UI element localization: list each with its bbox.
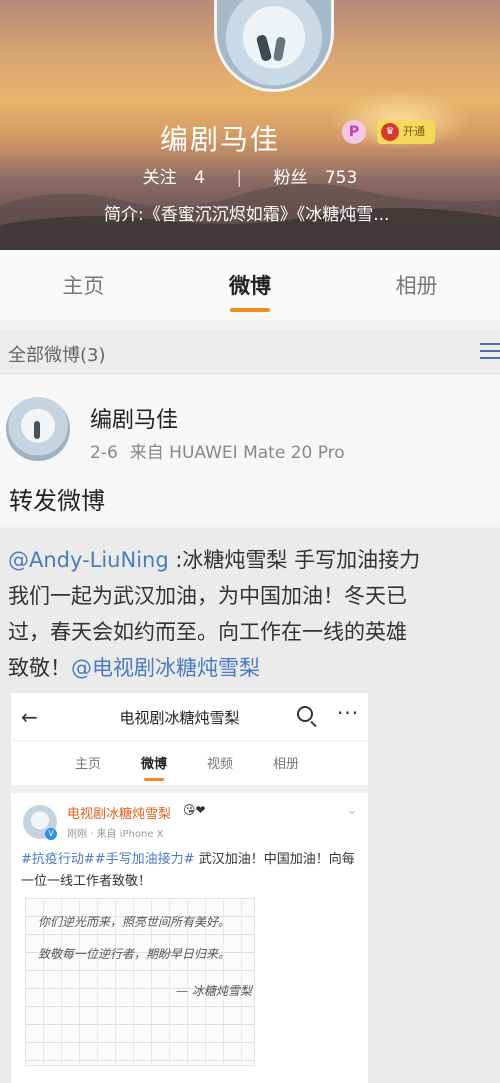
tab-album[interactable]: 相册 (333, 250, 500, 320)
post-author-name[interactable]: 编剧马佳 (90, 402, 178, 434)
hashtag: #抗疫行动##手写加油接力# (21, 852, 195, 867)
avatar-figure (272, 36, 287, 62)
repost-line3: 过，春天会如约而至。向工作在一线的英雄 (8, 620, 407, 644)
embedded-meta: 刚刚 · 来自 iPhone X (67, 829, 164, 840)
fans-label: 粉丝 (273, 168, 308, 188)
embedded-topbar: ← 电视剧冰糖炖雪梨 ··· (11, 693, 368, 741)
profile-intro[interactable]: 简介:《香蜜沉沉烬如霜》《冰糖炖雪... (104, 200, 389, 225)
repost-line1: :冰糖炖雪梨 手写加油接力 (168, 548, 421, 572)
embedded-text: #抗疫行动##手写加油接力# 武汉加油！中国加油！向每 一位一线工作者致敬！ (21, 849, 366, 893)
handwriting-line: 你们逆光而来，照亮世间所有美好。 (38, 915, 231, 929)
reposted-text: @Andy-LiuNing :冰糖炖雪梨 手写加油接力 我们一起为武汉加油，为中… (8, 542, 500, 686)
embedded-screenshot-image[interactable]: ← 电视剧冰糖炖雪梨 ··· 主页 微博 视频 相册 V 电视剧冰糖炖雪梨 😘❤… (11, 693, 368, 1083)
profile-header: 编剧马佳 P ♛ 开通 关注 4 | 粉丝 753 简介:《香蜜沉沉烬如霜》《冰… (0, 0, 500, 250)
post-author-avatar[interactable] (6, 397, 70, 461)
avatar-figure (255, 34, 273, 62)
following-stat[interactable]: 关注 4 (137, 168, 217, 188)
fans-count: 753 (324, 168, 358, 188)
stats-divider: | (236, 168, 243, 188)
following-count: 4 (194, 168, 205, 188)
profile-stats: 关注 4 | 粉丝 753 (0, 163, 500, 188)
crown-icon: ♛ (381, 123, 399, 141)
embedded-tab: 视频 (206, 757, 233, 772)
fans-stat[interactable]: 粉丝 753 (267, 168, 363, 188)
weibo-filter-bar: 全部微博(3) (0, 330, 500, 374)
repost-line2: 我们一起为武汉加油，为中国加油！冬天已 (8, 584, 407, 608)
following-label: 关注 (142, 168, 177, 188)
search-icon (297, 706, 313, 722)
embedded-text-line2: 一位一线工作者致敬！ (21, 874, 152, 889)
post-source: 来自 HUAWEI Mate 20 Pro (129, 443, 345, 463)
filter-list-icon[interactable] (480, 343, 500, 361)
post-meta: 2-6 来自 HUAWEI Mate 20 Pro (90, 438, 345, 463)
embedded-author: 电视剧冰糖炖雪梨 (67, 807, 172, 822)
embedded-divider (11, 785, 368, 793)
embedded-tab: 主页 (74, 757, 101, 772)
embedded-post: V 电视剧冰糖炖雪梨 😘❤ 刚刚 · 来自 iPhone X ⌄ #抗疫行动##… (11, 793, 368, 1083)
handwritten-note-image: 你们逆光而来，照亮世间所有美好。 致敬每一位逆行者，期盼早日归来。 — 冰糖炖雪… (25, 898, 255, 1066)
embedded-tab: 相册 (272, 757, 299, 772)
tab-home[interactable]: 主页 (0, 250, 167, 320)
profile-avatar[interactable] (214, 0, 334, 92)
mention-link[interactable]: @电视剧冰糖炖雪梨 (71, 656, 260, 680)
tab-weibo[interactable]: 微博 (167, 250, 334, 320)
post-date: 2-6 (90, 443, 118, 463)
verified-p-icon[interactable]: P (342, 120, 366, 144)
emoji-icon: 😘❤ (183, 803, 206, 817)
repost-line4: 致敬！ (8, 656, 71, 680)
more-icon: ··· (337, 701, 360, 725)
handwriting-line: 致敬每一位逆行者，期盼早日归来。 (38, 947, 231, 961)
verified-icon: V (45, 828, 57, 840)
embedded-text-line1: 武汉加油！中国加油！向每 (194, 852, 355, 867)
post-text: 转发微博 (9, 487, 105, 515)
chevron-down-icon: ⌄ (347, 803, 358, 817)
vip-badge[interactable]: ♛ 开通 (377, 120, 435, 144)
all-weibo-label[interactable]: 全部微博(3) (8, 341, 106, 367)
weibo-post[interactable]: 编剧马佳 2-6 来自 HUAWEI Mate 20 Pro 转发微博 (0, 375, 500, 525)
mention-link[interactable]: @Andy-LiuNing (8, 548, 169, 572)
reposted-weibo[interactable]: @Andy-LiuNing :冰糖炖雪梨 手写加油接力 我们一起为武汉加油，为中… (0, 528, 500, 1083)
vip-badge-label: 开通 (403, 125, 425, 138)
embedded-tabs: 主页 微博 视频 相册 (11, 741, 368, 785)
embedded-tab: 微博 (121, 741, 187, 785)
handwriting-signature: — 冰糖炖雪梨 (176, 984, 252, 998)
profile-tabs: 主页 微博 相册 (0, 250, 500, 320)
